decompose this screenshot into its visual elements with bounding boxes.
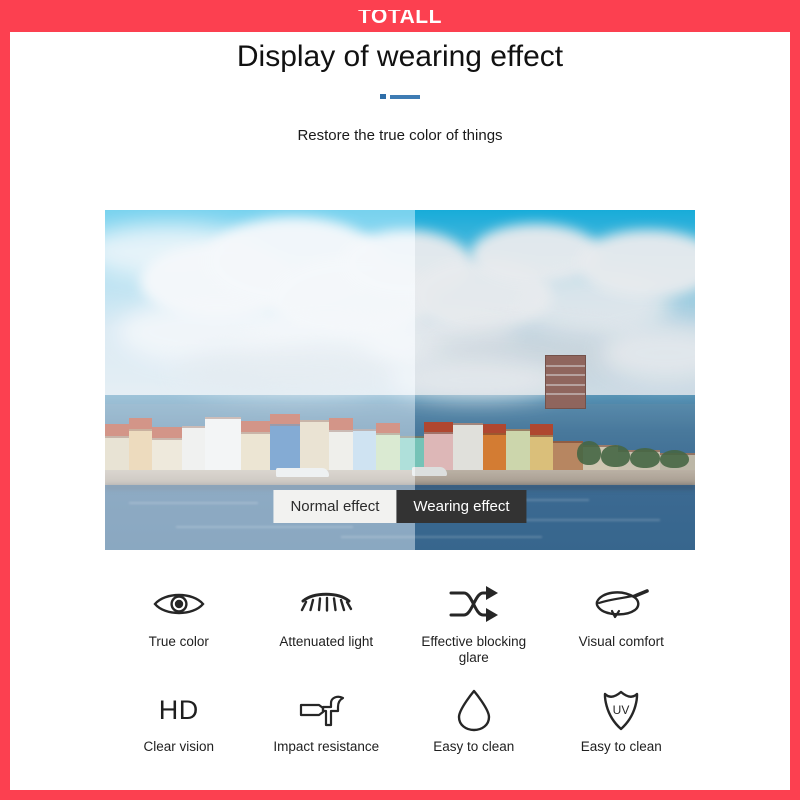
page-title: Display of wearing effect (236, 40, 564, 73)
feature-true-color: True color (105, 580, 253, 665)
page-subtitle: Restore the true color of things (297, 127, 503, 144)
hd-label: HD (158, 694, 199, 725)
comparison-labels: Normal effect Wearing effect (273, 490, 527, 523)
feature-blocking-glare: Effective blocking glare (400, 580, 548, 665)
title-divider (10, 94, 790, 99)
feature-label: Easy to clean (580, 739, 662, 755)
feature-row-1: True color Attenuated light Effective bl… (105, 580, 695, 665)
brand-name: TOTALL (358, 10, 442, 28)
leaf-eye-icon (591, 580, 651, 628)
water-drop-icon (455, 687, 493, 733)
divider-dot-icon (380, 94, 386, 99)
closed-eye-lashes-icon (297, 580, 355, 628)
feature-label: Clear vision (143, 739, 215, 755)
divider-bar-icon (390, 94, 420, 99)
feature-label: Attenuated light (279, 634, 374, 649)
feature-label: Impact resistance (273, 739, 380, 755)
hammer-icon (297, 687, 355, 733)
feature-easy-to-clean-drop: Easy to clean (400, 687, 548, 755)
feature-label: True color (148, 634, 209, 649)
page-inner-canvas: TOTALL Display of wearing effect Restore… (10, 10, 790, 790)
wearing-effect-label[interactable]: Wearing effect (396, 490, 527, 523)
feature-label: Easy to clean (433, 739, 515, 755)
normal-effect-label[interactable]: Normal effect (273, 490, 397, 523)
feature-visual-comfort: Visual comfort (548, 580, 696, 665)
hd-text-icon: HD (159, 687, 199, 733)
svg-text:UV: UV (613, 703, 630, 717)
uv-shield-icon: UV (600, 687, 642, 733)
feature-impact-resistance: Impact resistance (253, 687, 401, 755)
feature-label: Effective blocking glare (421, 634, 527, 665)
shuffle-arrows-icon (448, 580, 500, 628)
feature-grid: True color Attenuated light Effective bl… (105, 580, 695, 755)
eye-icon (151, 580, 207, 628)
brand-band: TOTALL (10, 10, 790, 32)
feature-easy-to-clean-uv: UV Easy to clean (548, 687, 696, 755)
feature-attenuated-light: Attenuated light (253, 580, 401, 665)
feature-row-2: HD Clear vision Impact resistance Easy t… (105, 687, 695, 755)
feature-clear-vision: HD Clear vision (105, 687, 253, 755)
feature-label: Visual comfort (578, 634, 664, 649)
product-infographic-page: TOTALL Display of wearing effect Restore… (0, 0, 800, 800)
comparison-photo: Normal effect Wearing effect (105, 210, 695, 550)
